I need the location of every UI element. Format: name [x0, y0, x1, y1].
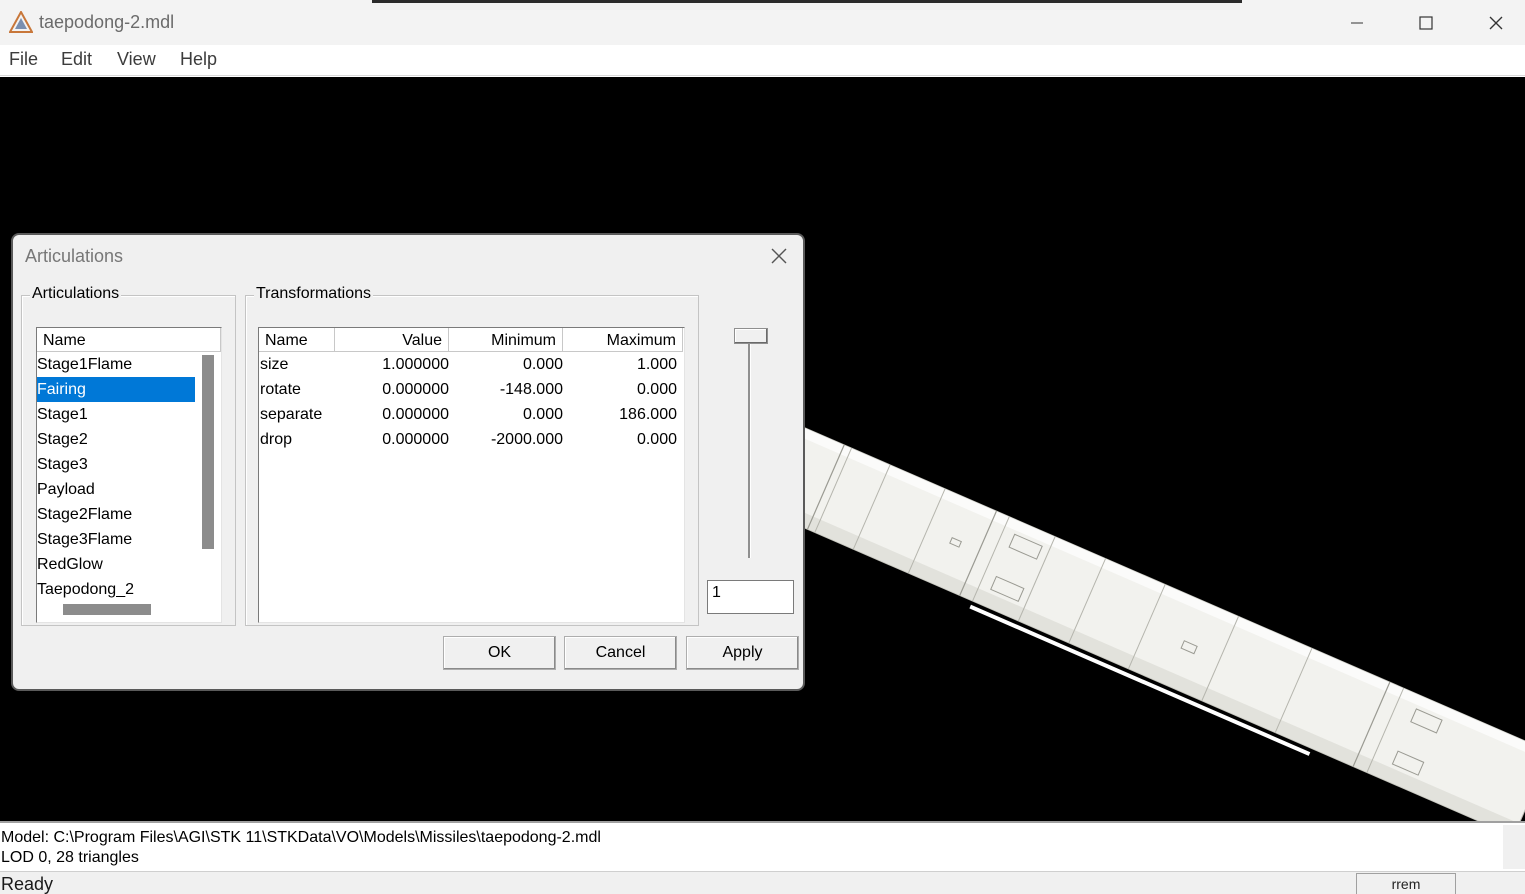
list-item-label: Stage3Flame: [37, 531, 133, 548]
title-bar: taepodong-2.mdl: [0, 0, 1525, 45]
articulation-slider-track[interactable]: [748, 344, 751, 558]
list-item-label: Stage3: [37, 456, 88, 473]
cell-name: drop: [260, 431, 293, 448]
list-item-label: Stage1Flame: [37, 356, 133, 373]
list-item[interactable]: Stage2Flame: [37, 502, 197, 527]
articulations-dialog: Articulations Articulations Name Stage1F…: [11, 233, 805, 691]
list-item[interactable]: RedGlow: [37, 552, 197, 577]
articulations-header-name[interactable]: Name: [37, 328, 221, 352]
cell-value: 0.000000: [382, 431, 449, 448]
table-row[interactable]: separate 0.000000 0.000 186.000: [259, 402, 684, 427]
list-item-label: RedGlow: [37, 556, 103, 573]
transform-header-value[interactable]: Value: [335, 328, 449, 352]
minimize-icon: [1351, 22, 1363, 24]
status-scroll-strip: [1503, 825, 1525, 869]
cell-value: 0.000000: [382, 406, 449, 423]
status-panel: Model: C:\Program Files\AGI\STK 11\STKDa…: [0, 821, 1525, 894]
app-triangle-icon: [9, 11, 33, 33]
dialog-close-icon[interactable]: [767, 244, 791, 268]
menu-view[interactable]: View: [117, 49, 156, 70]
dialog-title: Articulations: [25, 246, 124, 266]
menu-bar: File Edit View Help: [0, 45, 1525, 76]
close-icon: [1489, 16, 1503, 30]
articulation-slider-thumb[interactable]: [734, 328, 768, 344]
cell-value: 0.000000: [382, 381, 449, 398]
cell-value: 1.000000: [382, 356, 449, 373]
transformations-group: Transformations Name Value Minimum Maxim…: [245, 285, 699, 626]
list-item-label: Payload: [37, 481, 95, 498]
articulations-list[interactable]: Name Stage1Flame Fairing Stage1 Stage2 S…: [36, 327, 222, 623]
transformations-group-label: Transformations: [254, 285, 373, 303]
status-ready-text: Ready: [1, 874, 54, 894]
list-item[interactable]: Stage3Flame: [37, 527, 197, 552]
transform-header-name[interactable]: Name: [259, 328, 335, 352]
cell-maximum: 1.000: [636, 356, 677, 373]
list-item-label: Fairing: [37, 381, 86, 398]
window-title: taepodong-2.mdl: [39, 12, 175, 32]
transform-header-maximum[interactable]: Maximum: [563, 328, 683, 352]
cell-minimum: -148.000: [499, 381, 563, 398]
list-item-label: Stage1: [37, 406, 88, 423]
transform-header-minimum[interactable]: Minimum: [449, 328, 563, 352]
list-item[interactable]: Stage1: [37, 402, 197, 427]
cancel-button[interactable]: Cancel: [564, 636, 677, 670]
menu-file[interactable]: File: [9, 49, 38, 70]
articulations-group: Articulations Name Stage1Flame Fairing S…: [21, 285, 236, 626]
apply-button[interactable]: Apply: [686, 636, 799, 670]
transformations-table[interactable]: Name Value Minimum Maximum size 1.000000…: [258, 327, 685, 623]
cell-maximum: 0.000: [636, 381, 677, 398]
list-item[interactable]: Stage1Flame: [37, 352, 197, 377]
list-item-label: Stage2Flame: [37, 506, 133, 523]
list-item[interactable]: Stage3: [37, 452, 197, 477]
model-path-text: Model: C:\Program Files\AGI\STK 11\STKDa…: [1, 829, 601, 846]
list-item-label: Stage2: [37, 431, 88, 448]
status-bar: Ready rrem: [0, 871, 1525, 894]
menu-edit[interactable]: Edit: [61, 49, 92, 70]
list-item-label: Taepodong_2: [37, 581, 134, 598]
menu-help[interactable]: Help: [180, 49, 217, 70]
cell-name: separate: [260, 406, 323, 423]
list-item[interactable]: Taepodong_2: [37, 577, 197, 602]
table-row[interactable]: rotate 0.000000 -148.000 0.000: [259, 377, 684, 402]
table-row[interactable]: size 1.000000 0.000 1.000: [259, 352, 684, 377]
list-item[interactable]: Stage2: [37, 427, 197, 452]
slider-value-input[interactable]: 1: [707, 580, 794, 614]
cell-minimum: 0.000: [522, 356, 563, 373]
cell-maximum: 0.000: [636, 431, 677, 448]
title-bar-accent: [372, 0, 1242, 3]
list-vertical-scrollbar[interactable]: [202, 355, 214, 549]
cell-name: rotate: [260, 381, 301, 398]
maximize-icon: [1419, 16, 1433, 30]
cell-minimum: 0.000: [522, 406, 563, 423]
table-row[interactable]: drop 0.000000 -2000.000 0.000: [259, 427, 684, 452]
list-item-selected[interactable]: Fairing: [37, 377, 195, 402]
lod-text: LOD 0, 28 triangles: [1, 849, 139, 866]
status-indicator: rrem: [1356, 873, 1456, 894]
articulations-group-label: Articulations: [30, 285, 122, 303]
maximize-button[interactable]: [1403, 8, 1449, 38]
close-button[interactable]: [1473, 8, 1519, 38]
minimize-button[interactable]: [1334, 8, 1380, 38]
cell-maximum: 186.000: [619, 406, 677, 423]
cell-name: size: [260, 356, 289, 373]
ok-button[interactable]: OK: [443, 636, 556, 670]
list-item[interactable]: Payload: [37, 477, 197, 502]
cell-minimum: -2000.000: [490, 431, 563, 448]
list-horizontal-scrollbar[interactable]: [63, 604, 151, 615]
